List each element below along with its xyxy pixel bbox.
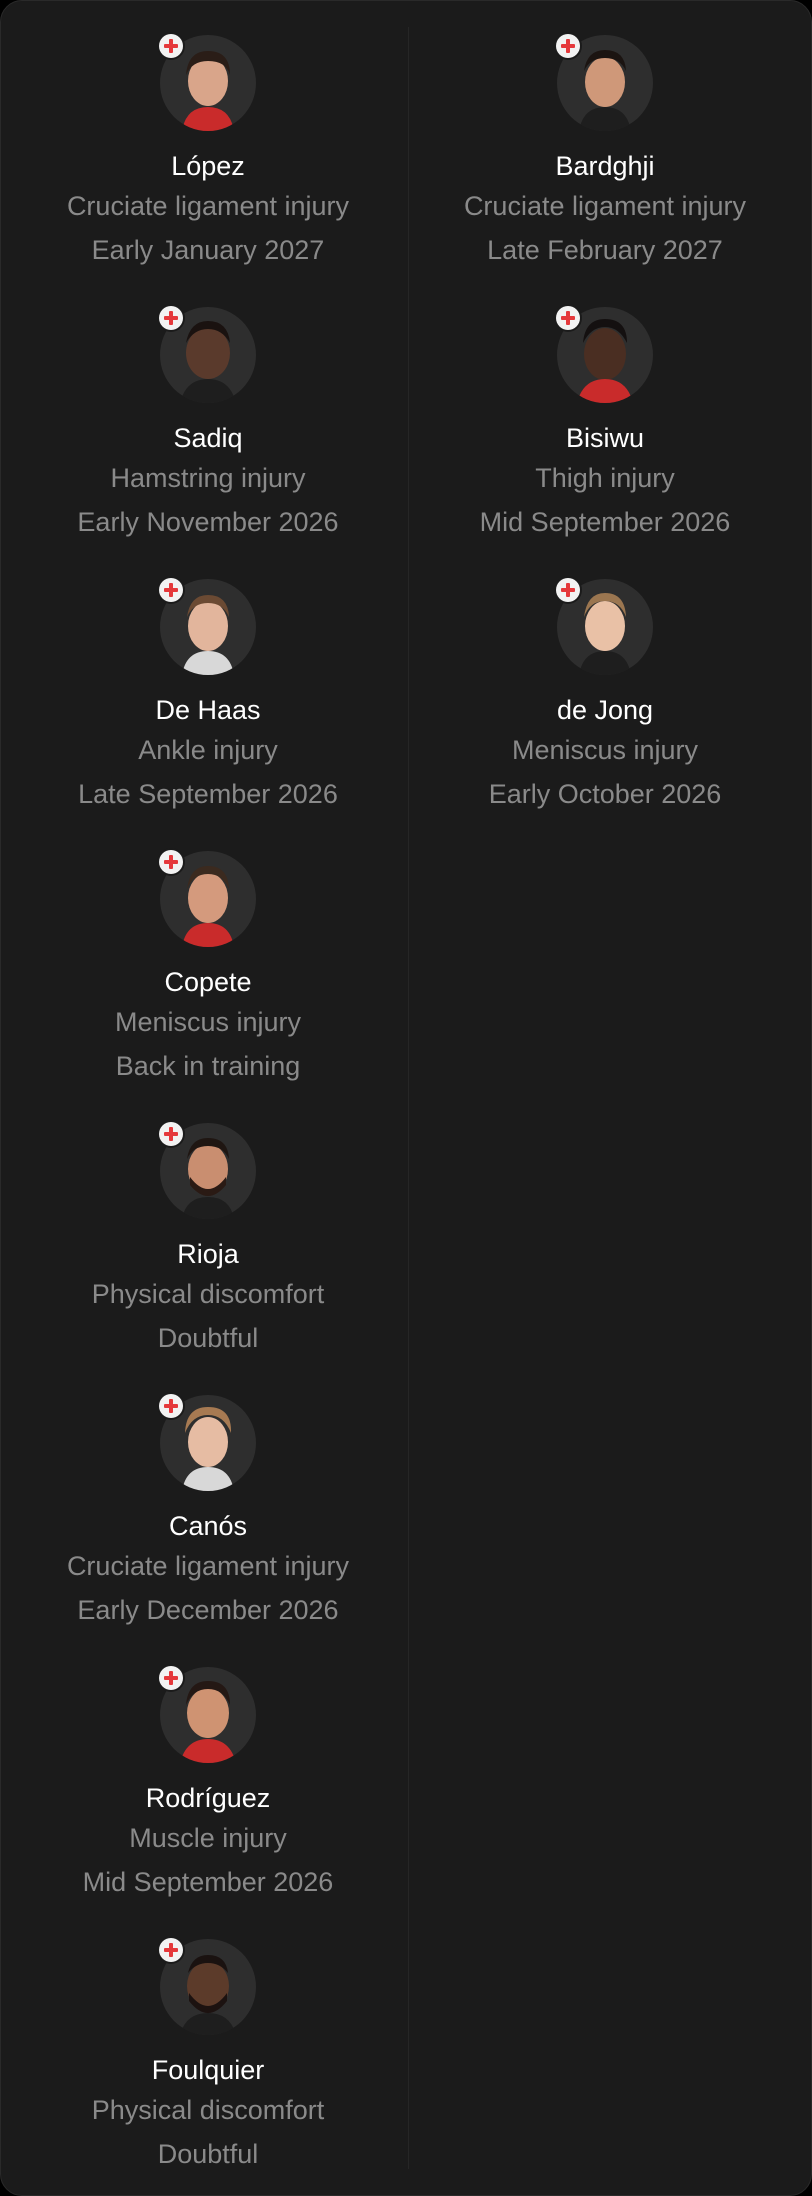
injury-cross-icon (159, 34, 183, 58)
expected-return: Mid September 2026 (479, 507, 731, 537)
player-name: Rodríguez (145, 1783, 271, 1813)
left-player-column: López Cruciate ligament injury Early Jan… (5, 34, 411, 2195)
expected-return: Early January 2027 (91, 235, 325, 265)
player-card[interactable]: Rodríguez Muscle injury Mid September 20… (5, 1666, 411, 1939)
injury-cross-icon (159, 1938, 183, 1962)
injury-cross-icon (159, 1394, 183, 1418)
player-name: Canós (168, 1511, 248, 1541)
injury-cross-icon (556, 578, 580, 602)
player-photo[interactable] (556, 578, 653, 675)
player-photo[interactable] (159, 1394, 256, 1491)
injury-cross-icon (159, 1666, 183, 1690)
injury-cross-icon (159, 306, 183, 330)
injury-type: Ankle injury (138, 735, 278, 765)
expected-return: Doubtful (157, 2139, 259, 2169)
player-name: Rioja (177, 1239, 239, 1269)
expected-return: Late February 2027 (487, 235, 723, 265)
injury-cross-icon (556, 34, 580, 58)
player-name: Bardghji (555, 151, 655, 181)
expected-return: Back in training (115, 1051, 301, 1081)
injury-type: Hamstring injury (110, 463, 306, 493)
expected-return: Early October 2026 (488, 779, 722, 809)
injury-type: Thigh injury (535, 463, 675, 493)
player-photo[interactable] (556, 34, 653, 131)
expected-return: Early November 2026 (77, 507, 339, 537)
player-card[interactable]: de Jong Meniscus injury Early October 20… (402, 578, 808, 851)
player-card[interactable]: Foulquier Physical discomfort Doubtful (5, 1938, 411, 2195)
injury-type: Meniscus injury (511, 735, 699, 765)
injury-type: Cruciate ligament injury (66, 191, 350, 221)
expected-return: Doubtful (157, 1323, 259, 1353)
injury-type: Muscle injury (129, 1823, 287, 1853)
player-name: De Haas (155, 695, 261, 725)
player-photo[interactable] (556, 306, 653, 403)
expected-return: Late September 2026 (78, 779, 338, 809)
player-name: López (171, 151, 245, 181)
player-photo[interactable] (159, 578, 256, 675)
expected-return: Early December 2026 (77, 1595, 339, 1625)
player-card[interactable]: Canós Cruciate ligament injury Early Dec… (5, 1394, 411, 1667)
player-name: de Jong (556, 695, 654, 725)
injury-cross-icon (159, 1122, 183, 1146)
player-card[interactable]: De Haas Ankle injury Late September 2026 (5, 578, 411, 851)
injury-type: Cruciate ligament injury (463, 191, 747, 221)
injury-type: Physical discomfort (91, 2095, 325, 2125)
player-name: Sadiq (173, 423, 243, 453)
injury-list-card: López Cruciate ligament injury Early Jan… (0, 0, 812, 2196)
player-name: Bisiwu (565, 423, 645, 453)
injury-type: Meniscus injury (114, 1007, 302, 1037)
player-card[interactable]: Sadiq Hamstring injury Early November 20… (5, 306, 411, 579)
right-player-column: Bardghji Cruciate ligament injury Late F… (402, 34, 808, 851)
player-photo[interactable] (159, 850, 256, 947)
injury-type: Physical discomfort (91, 1279, 325, 1309)
injury-type: Cruciate ligament injury (66, 1551, 350, 1581)
player-photo[interactable] (159, 34, 256, 131)
player-card[interactable]: López Cruciate ligament injury Early Jan… (5, 34, 411, 307)
player-photo[interactable] (159, 1666, 256, 1763)
player-card[interactable]: Rioja Physical discomfort Doubtful (5, 1122, 411, 1395)
player-card[interactable]: Copete Meniscus injury Back in training (5, 850, 411, 1123)
injury-cross-icon (159, 578, 183, 602)
player-name: Copete (164, 967, 252, 997)
injury-cross-icon (159, 850, 183, 874)
expected-return: Mid September 2026 (82, 1867, 334, 1897)
player-photo[interactable] (159, 306, 256, 403)
player-card[interactable]: Bisiwu Thigh injury Mid September 2026 (402, 306, 808, 579)
player-photo[interactable] (159, 1938, 256, 2035)
player-photo[interactable] (159, 1122, 256, 1219)
injury-cross-icon (556, 306, 580, 330)
player-card[interactable]: Bardghji Cruciate ligament injury Late F… (402, 34, 808, 307)
player-name: Foulquier (151, 2055, 265, 2085)
